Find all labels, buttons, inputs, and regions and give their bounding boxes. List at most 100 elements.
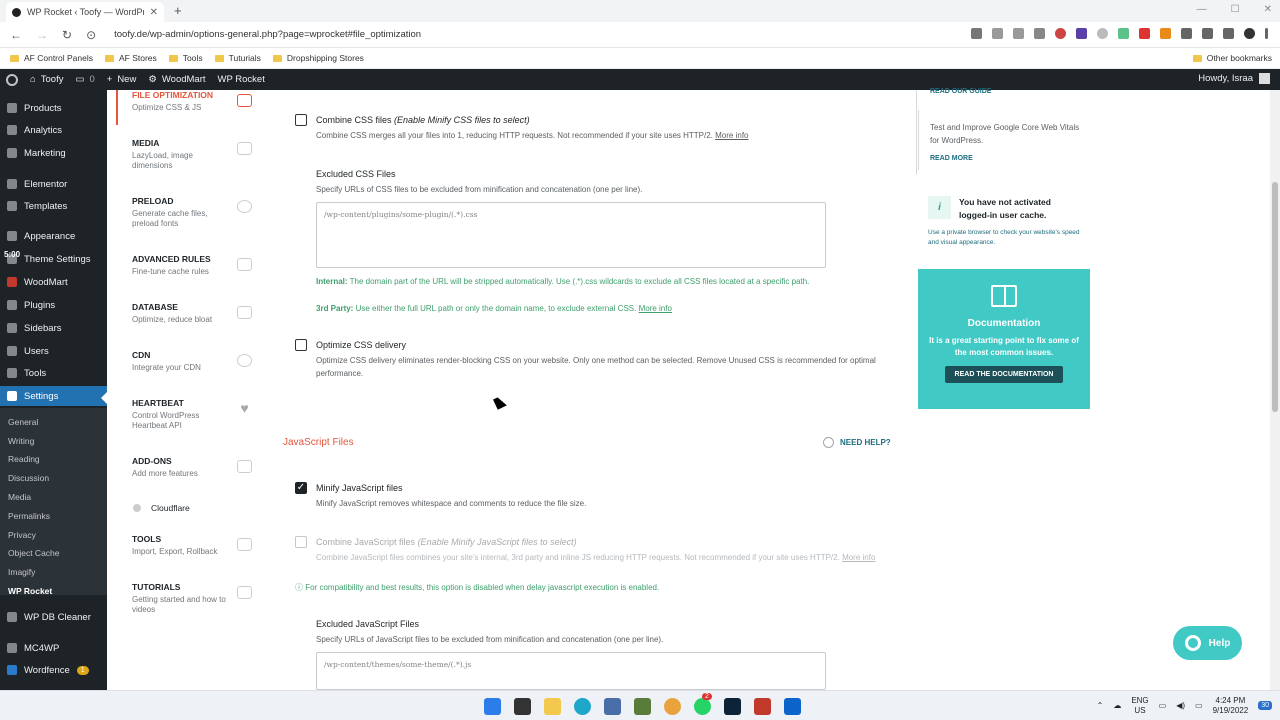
nav-tutorials[interactable]: TUTORIALS Getting started and how to vide… bbox=[132, 582, 260, 615]
bookmark-folder[interactable]: Tuturials bbox=[214, 53, 261, 63]
close-window-icon[interactable]: ✕ bbox=[1264, 4, 1272, 15]
nav-add-ons[interactable]: ADD-ONS Add more features bbox=[132, 456, 260, 479]
task-view-icon[interactable] bbox=[514, 698, 531, 715]
menu-wordfence[interactable]: Wordfence 1 bbox=[0, 660, 107, 680]
volume-icon[interactable]: ◀) bbox=[1176, 701, 1185, 710]
chevron-up-icon[interactable]: ⌃ bbox=[1097, 701, 1104, 710]
submenu-imagify[interactable]: Imagify bbox=[8, 567, 35, 577]
menu-elementor[interactable]: Elementor bbox=[0, 174, 107, 194]
menu-users[interactable]: Users bbox=[0, 341, 107, 361]
menu-wp-db-cleaner[interactable]: WP DB Cleaner bbox=[0, 607, 107, 627]
whatsapp-icon[interactable] bbox=[694, 698, 711, 715]
help-button[interactable]: Help bbox=[1173, 626, 1242, 660]
cloud-icon[interactable]: ☁ bbox=[1113, 701, 1121, 710]
woodmart-link[interactable]: ⚙ WoodMart bbox=[142, 74, 211, 85]
store-icon[interactable] bbox=[604, 698, 621, 715]
site-name-link[interactable]: ⌂ Toofy bbox=[24, 74, 69, 85]
extension-color-icon[interactable] bbox=[1055, 28, 1066, 39]
submenu-media[interactable]: Media bbox=[8, 492, 31, 502]
reload-icon[interactable]: ↻ bbox=[62, 28, 72, 42]
nav-preload[interactable]: PRELOAD Generate cache files, preload fon… bbox=[132, 196, 260, 229]
submenu-reading[interactable]: Reading bbox=[8, 454, 40, 464]
bookmark-folder[interactable]: Tools bbox=[168, 53, 203, 63]
bookmark-folder[interactable]: AF Stores bbox=[104, 53, 157, 63]
minimize-icon[interactable]: — bbox=[1197, 4, 1207, 15]
menu-settings[interactable]: Settings bbox=[0, 386, 107, 406]
submenu-writing[interactable]: Writing bbox=[8, 436, 34, 446]
page-scrollbar[interactable] bbox=[1270, 90, 1280, 690]
chrome-icon[interactable] bbox=[664, 698, 681, 715]
combine-js-checkbox[interactable] bbox=[295, 536, 307, 548]
menu-tools[interactable]: Tools bbox=[0, 363, 107, 383]
more-info-link[interactable]: More info bbox=[842, 553, 875, 562]
menu-woodmart[interactable]: WoodMart bbox=[0, 272, 107, 292]
wp-logo-icon[interactable] bbox=[0, 73, 24, 86]
maximize-icon[interactable]: ☐ bbox=[1231, 4, 1240, 15]
battery-icon[interactable]: ▭ bbox=[1195, 701, 1203, 710]
submenu-discussion[interactable]: Discussion bbox=[8, 473, 49, 483]
submenu-wp-rocket[interactable]: WP Rocket bbox=[8, 586, 52, 596]
nav-media[interactable]: MEDIA LazyLoad, image dimensions bbox=[132, 138, 260, 171]
file-explorer-icon[interactable] bbox=[544, 698, 561, 715]
new-content-link[interactable]: + New bbox=[101, 74, 143, 85]
bookmark-folder[interactable]: Dropshipping Stores bbox=[272, 53, 364, 63]
url-input[interactable]: toofy.de/wp-admin/options-general.php?pa… bbox=[114, 29, 421, 40]
edge-icon[interactable] bbox=[574, 698, 591, 715]
extension-red-icon[interactable] bbox=[1139, 28, 1150, 39]
submenu-general[interactable]: General bbox=[8, 417, 38, 427]
filezilla-icon[interactable] bbox=[754, 698, 771, 715]
menu-marketing[interactable]: Marketing bbox=[0, 143, 107, 163]
nav-file-optimization[interactable]: FILE OPTIMIZATION Optimize CSS & JS bbox=[132, 90, 260, 113]
bookmark-folder[interactable]: AF Control Panels bbox=[10, 53, 93, 63]
more-info-link[interactable]: More info bbox=[639, 304, 672, 313]
nav-tools[interactable]: TOOLS Import, Export, Rollback bbox=[132, 534, 260, 557]
wprocket-link[interactable]: WP Rocket bbox=[212, 74, 271, 85]
read-guide-link[interactable]: READ OUR GUIDE bbox=[930, 88, 991, 95]
submenu-object-cache[interactable]: Object Cache bbox=[8, 548, 60, 558]
more-info-link[interactable]: More info bbox=[715, 131, 748, 140]
network-icon[interactable]: ▭ bbox=[1159, 701, 1167, 710]
puzzle-icon[interactable] bbox=[1181, 28, 1192, 39]
menu-analytics[interactable]: Analytics bbox=[0, 120, 107, 140]
scrollbar-thumb[interactable] bbox=[1272, 182, 1278, 412]
need-help-link[interactable]: NEED HELP? bbox=[823, 437, 891, 448]
notification-count[interactable]: 30 bbox=[1258, 701, 1272, 711]
menu-products[interactable]: Products bbox=[0, 98, 107, 118]
profile-avatar[interactable] bbox=[1244, 28, 1255, 39]
nav-database[interactable]: DATABASE Optimize, reduce bloat bbox=[132, 302, 260, 325]
key-icon[interactable] bbox=[971, 28, 982, 39]
extension-grey-icon[interactable] bbox=[1097, 28, 1108, 39]
menu-plugins[interactable]: Plugins bbox=[0, 295, 107, 315]
windows-start-icon[interactable] bbox=[484, 698, 501, 715]
share-icon[interactable] bbox=[1013, 28, 1024, 39]
back-icon[interactable]: ← bbox=[10, 28, 22, 42]
optimize-css-checkbox[interactable] bbox=[295, 339, 307, 351]
extension-green-icon[interactable] bbox=[1118, 28, 1129, 39]
translate-icon[interactable] bbox=[992, 28, 1003, 39]
read-more-link[interactable]: READ MORE bbox=[930, 155, 973, 162]
read-documentation-button[interactable]: READ THE DOCUMENTATION bbox=[944, 366, 1064, 383]
excluded-js-textarea[interactable]: /wp-content/themes/some-theme/(.*).js bbox=[316, 652, 826, 690]
combine-css-checkbox[interactable] bbox=[295, 114, 307, 126]
extension-orange-icon[interactable] bbox=[1160, 28, 1171, 39]
sidepanel-icon[interactable] bbox=[1223, 28, 1234, 39]
new-tab-icon[interactable]: + bbox=[174, 3, 182, 18]
nav-cdn[interactable]: CDN Integrate your CDN bbox=[132, 350, 260, 373]
user-account[interactable]: Howdy, Israa bbox=[1198, 73, 1270, 84]
menu-dots-icon[interactable] bbox=[1265, 28, 1268, 39]
submenu-permalinks[interactable]: Permalinks bbox=[8, 511, 50, 521]
menu-appearance[interactable]: Appearance bbox=[0, 226, 107, 246]
comments-link[interactable]: ▭ 0 bbox=[69, 74, 100, 85]
language-indicator[interactable]: ENG US bbox=[1131, 696, 1148, 715]
excluded-css-textarea[interactable]: /wp-content/plugins/some-plugin/(.*).css bbox=[316, 202, 826, 268]
forward-icon[interactable]: → bbox=[36, 28, 48, 42]
minify-js-checkbox[interactable]: ✓ bbox=[295, 482, 307, 494]
reading-list-icon[interactable] bbox=[1202, 28, 1213, 39]
nav-advanced-rules[interactable]: ADVANCED RULES Fine-tune cache rules bbox=[132, 254, 260, 277]
menu-mc4wp[interactable]: MC4WP bbox=[0, 638, 107, 658]
extension-purple-icon[interactable] bbox=[1076, 28, 1087, 39]
star-icon[interactable] bbox=[1034, 28, 1045, 39]
outlook-icon[interactable] bbox=[784, 698, 801, 715]
nav-cloudflare[interactable]: Cloudflare bbox=[133, 503, 190, 513]
photoshop-icon[interactable] bbox=[724, 698, 741, 715]
